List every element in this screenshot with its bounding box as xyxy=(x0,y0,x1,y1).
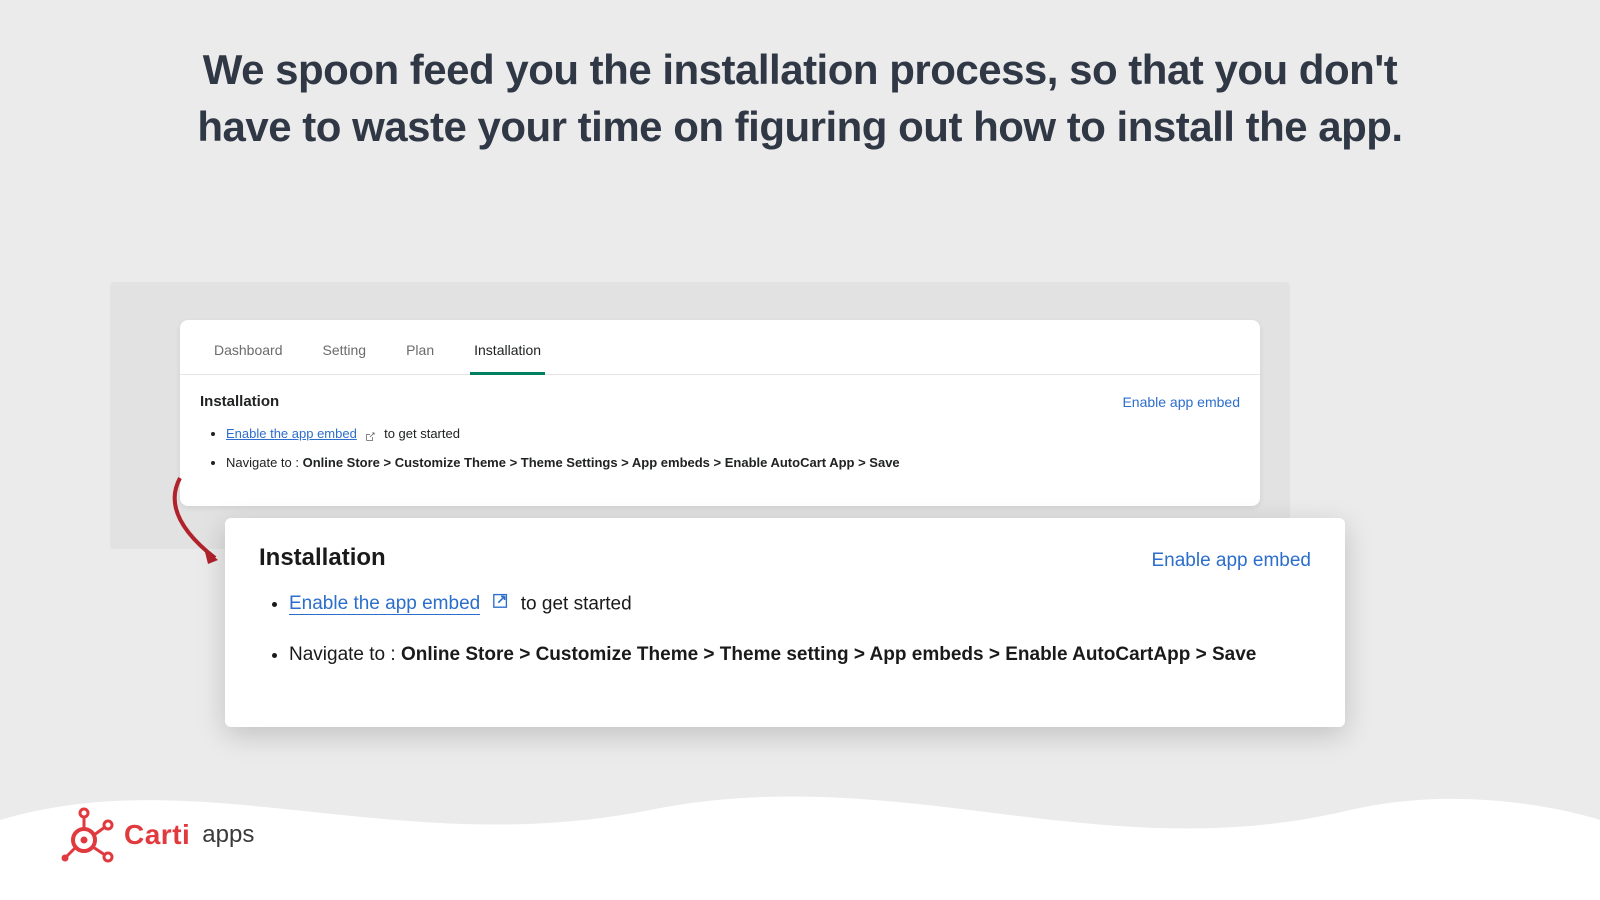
bullet2-prefix-big: Navigate to : xyxy=(289,644,401,665)
bullet-navigate: Navigate to : Online Store > Customize T… xyxy=(226,453,1240,474)
bullet2-prefix: Navigate to : xyxy=(226,455,303,470)
wave-decoration xyxy=(0,700,1600,900)
installation-heading: Installation xyxy=(200,393,279,410)
tab-setting[interactable]: Setting xyxy=(319,336,371,374)
external-link-icon-big xyxy=(492,590,510,619)
logo-brand: Carti xyxy=(124,819,190,851)
logo-icon xyxy=(60,806,118,864)
enable-embed-link[interactable]: Enable the app embed xyxy=(226,426,357,441)
installation-card-small: Dashboard Setting Plan Installation Inst… xyxy=(180,320,1260,506)
enable-embed-link-big[interactable]: Enable the app embed xyxy=(289,593,480,615)
bullet1-suffix-big: to get started xyxy=(521,593,632,614)
enable-app-embed-link-big[interactable]: Enable app embed xyxy=(1151,550,1311,572)
enable-app-embed-link[interactable]: Enable app embed xyxy=(1122,394,1240,410)
bullet-enable-embed-big: Enable the app embed to get started xyxy=(289,590,1311,619)
tab-bar: Dashboard Setting Plan Installation xyxy=(180,320,1260,375)
bullet1-suffix: to get started xyxy=(384,426,460,441)
external-link-icon xyxy=(364,429,376,441)
installation-card-zoomed: Installation Enable app embed Enable the… xyxy=(225,518,1345,727)
logo-suffix: apps xyxy=(202,821,254,849)
tab-dashboard[interactable]: Dashboard xyxy=(210,336,287,374)
installation-heading-big: Installation xyxy=(259,544,386,572)
bullet2-path: Online Store > Customize Theme > Theme S… xyxy=(303,455,900,470)
tab-installation[interactable]: Installation xyxy=(470,336,545,375)
tab-plan[interactable]: Plan xyxy=(402,336,438,374)
bullet-enable-embed: Enable the app embed to get started xyxy=(226,424,1240,445)
logo: Carti apps xyxy=(60,806,254,864)
page-headline: We spoon feed you the installation proce… xyxy=(0,0,1600,155)
bullet2-path-big: Online Store > Customize Theme > Theme s… xyxy=(401,644,1256,665)
bullet-navigate-big: Navigate to : Online Store > Customize T… xyxy=(289,641,1311,670)
